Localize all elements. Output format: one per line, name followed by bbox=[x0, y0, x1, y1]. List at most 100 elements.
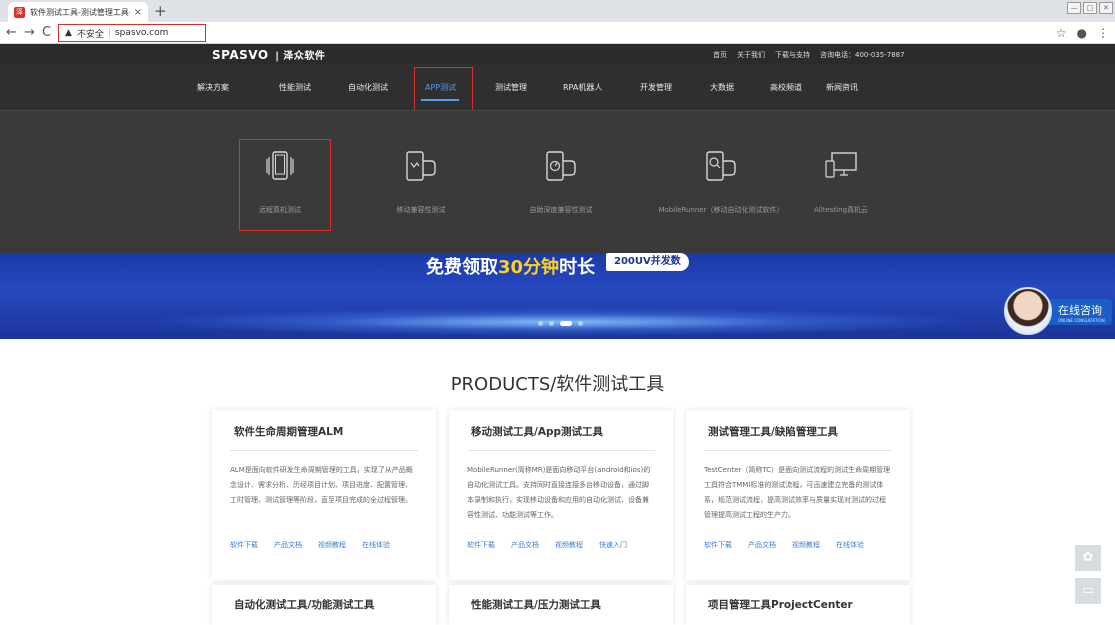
link-docs[interactable]: 产品文档 bbox=[274, 540, 302, 550]
wechat-icon[interactable]: ✿ bbox=[1075, 545, 1101, 571]
menu-label-alltesting: Alltesting真机云 bbox=[814, 206, 868, 214]
carousel-dot[interactable] bbox=[538, 321, 543, 326]
product-card-testcenter: 测试管理工具/缺陷管理工具 TestCenter（简称TC）是面向测试流程的测试… bbox=[686, 410, 910, 580]
url-separator: | bbox=[107, 28, 111, 38]
side-tools: ✿ ▭ bbox=[1075, 545, 1101, 611]
banner-title-highlight: 30分钟 bbox=[498, 257, 560, 278]
logo-text: SPASVO bbox=[212, 48, 269, 62]
top-link-home[interactable]: 首页 bbox=[713, 50, 727, 60]
device-cloud-icon bbox=[825, 152, 857, 178]
carousel-dot[interactable] bbox=[578, 321, 583, 326]
carousel-dots bbox=[538, 321, 583, 326]
link-docs[interactable]: 产品文档 bbox=[748, 540, 776, 550]
app-testing-dropdown: 远程真机测试 移动兼容性测试 自助深度兼容性测试 MobileRunner（移动… bbox=[0, 110, 1115, 253]
browser-menu-icon[interactable]: ⋮ bbox=[1097, 25, 1109, 41]
maximize-button[interactable]: □ bbox=[1083, 2, 1097, 14]
security-label: 不安全 bbox=[76, 29, 104, 40]
mobile-search-icon bbox=[706, 151, 736, 181]
link-quickstart[interactable]: 快速入门 bbox=[599, 540, 627, 550]
minimize-button[interactable]: — bbox=[1067, 2, 1081, 14]
nav-item-solutions[interactable]: 解决方案 bbox=[197, 82, 229, 93]
address-bar: ← → C ▲ 不安全 | spasvo.com ☆ ● ⋮ bbox=[0, 22, 1115, 44]
banner-title: 免费领取30分钟时长 bbox=[426, 253, 595, 279]
card-divider bbox=[704, 450, 892, 451]
card-title[interactable]: 测试管理工具/缺陷管理工具 bbox=[708, 424, 892, 439]
menu-item-mobile-compat[interactable]: 移动兼容性测试 bbox=[366, 149, 476, 215]
nav-item-test-management[interactable]: 测试管理 bbox=[495, 82, 527, 93]
url-text: spasvo.com bbox=[114, 28, 169, 38]
forward-icon[interactable]: → bbox=[24, 25, 35, 41]
product-card-mobile: 移动测试工具/App测试工具 MobileRunner(简称MR)是面向移动平台… bbox=[449, 410, 673, 580]
banner-title-post: 时长 bbox=[559, 257, 596, 278]
link-docs[interactable]: 产品文档 bbox=[511, 540, 539, 550]
link-trial[interactable]: 在线体验 bbox=[836, 540, 864, 550]
link-video[interactable]: 视频教程 bbox=[318, 540, 346, 550]
site-logo[interactable]: SPASVO | 泽众软件 bbox=[212, 47, 325, 62]
nav-item-university[interactable]: 高校频道 bbox=[770, 82, 802, 93]
logo-cn-text: | 泽众软件 bbox=[275, 51, 326, 62]
menu-item-mobilerunner[interactable]: MobileRunner（移动自动化测试软件） bbox=[646, 149, 796, 215]
link-download[interactable]: 软件下载 bbox=[704, 540, 732, 550]
card-description: TestCenter（简称TC）是面向测试流程的测试生命周期管理工具符合TMMI… bbox=[704, 466, 891, 519]
nav-item-automation[interactable]: 自动化测试 bbox=[348, 82, 388, 93]
main-nav: 解决方案 性能测试 自动化测试 APP测试 测试管理 RPA机器人 开发管理 大… bbox=[0, 64, 1115, 110]
profile-icon[interactable]: ● bbox=[1077, 25, 1087, 41]
consult-sub-label: ONLINE CONSULTATION bbox=[1058, 318, 1105, 323]
menu-item-alltesting[interactable]: Alltesting真机云 bbox=[786, 149, 896, 215]
link-video[interactable]: 视频教程 bbox=[555, 540, 583, 550]
nav-item-performance[interactable]: 性能测试 bbox=[279, 82, 311, 93]
banner-badge: 200UV并发数 bbox=[606, 253, 689, 271]
link-trial[interactable]: 在线体验 bbox=[362, 540, 390, 550]
card-description: MobileRunner(简称MR)是面向移动平台(android和ios)的自… bbox=[467, 466, 651, 519]
nav-item-news[interactable]: 新闻资讯 bbox=[826, 82, 858, 93]
menu-label-deep-compat: 自助深度兼容性测试 bbox=[529, 206, 593, 214]
card-links: 软件下载 产品文档 视频教程 在线体验 bbox=[704, 540, 864, 550]
carousel-dot[interactable] bbox=[549, 321, 554, 326]
top-link-phone: 咨询电话：400-035-7887 bbox=[820, 51, 905, 59]
mobile-compat-icon bbox=[406, 151, 436, 181]
browser-tab[interactable]: 泽 软件测试工具-测试管理工具-自动化... × bbox=[8, 2, 148, 22]
link-download[interactable]: 软件下载 bbox=[230, 540, 258, 550]
product-card-alm: 软件生命周期管理ALM ALM是面向软件研发生命周期管理的工具，实现了从产品概念… bbox=[212, 410, 436, 580]
product-card-performance: 性能测试工具/压力测试工具 bbox=[449, 585, 673, 625]
product-card-projectcenter: 项目管理工具ProjectCenter bbox=[686, 585, 910, 625]
nav-item-bigdata[interactable]: 大数据 bbox=[710, 82, 734, 93]
url-input[interactable]: ▲ 不安全 | spasvo.com bbox=[58, 24, 206, 42]
link-video[interactable]: 视频教程 bbox=[792, 540, 820, 550]
card-divider bbox=[230, 450, 418, 451]
menu-item-deep-compat[interactable]: 自助深度兼容性测试 bbox=[506, 149, 616, 215]
banner-title-pre: 免费领取 bbox=[426, 257, 498, 278]
toolbar-icons: ☆ ● ⋮ bbox=[1056, 25, 1109, 41]
message-icon[interactable]: ▭ bbox=[1075, 578, 1101, 604]
site-top-bar: SPASVO | 泽众软件 首页 关于我们 下载与支持 咨询电话：400-035… bbox=[0, 44, 1115, 64]
warning-icon: ▲ bbox=[65, 28, 72, 38]
consult-label: 在线咨询 bbox=[1058, 304, 1102, 317]
deep-compat-icon bbox=[546, 151, 576, 181]
link-download[interactable]: 软件下载 bbox=[467, 540, 495, 550]
product-card-automation: 自动化测试工具/功能测试工具 bbox=[212, 585, 436, 625]
back-icon[interactable]: ← bbox=[6, 25, 17, 41]
card-title[interactable]: 软件生命周期管理ALM bbox=[234, 424, 418, 439]
tab-close-icon[interactable]: × bbox=[134, 7, 142, 18]
card-links: 软件下载 产品文档 视频教程 快速入门 bbox=[467, 540, 627, 550]
new-tab-icon[interactable]: + bbox=[154, 2, 167, 20]
bookmark-star-icon[interactable]: ☆ bbox=[1056, 25, 1067, 41]
window-controls: — □ ✕ bbox=[1067, 2, 1113, 14]
online-consult-button[interactable]: 在线咨询 ONLINE CONSULTATION bbox=[1004, 287, 1112, 335]
consult-avatar bbox=[1004, 287, 1052, 335]
top-links: 首页 关于我们 下载与支持 咨询电话：400-035-7887 bbox=[713, 50, 905, 60]
products-title: PRODUCTS/软件测试工具 bbox=[450, 374, 665, 395]
close-window-button[interactable]: ✕ bbox=[1099, 2, 1113, 14]
tab-title: 软件测试工具-测试管理工具-自动化... bbox=[30, 7, 130, 17]
promo-banner[interactable]: 免费领取30分钟时长 200UV并发数 bbox=[0, 253, 1115, 339]
highlight-box-remote-device bbox=[239, 139, 331, 231]
card-divider bbox=[467, 450, 655, 451]
site-favicon-icon: 泽 bbox=[14, 6, 25, 18]
nav-item-rpa[interactable]: RPA机器人 bbox=[563, 82, 602, 93]
nav-item-dev-management[interactable]: 开发管理 bbox=[640, 82, 672, 93]
top-link-about[interactable]: 关于我们 bbox=[737, 50, 765, 60]
carousel-dot-active[interactable] bbox=[560, 321, 572, 326]
reload-icon[interactable]: C bbox=[42, 25, 51, 41]
top-link-download[interactable]: 下载与支持 bbox=[775, 50, 810, 60]
card-title[interactable]: 移动测试工具/App测试工具 bbox=[471, 424, 655, 439]
